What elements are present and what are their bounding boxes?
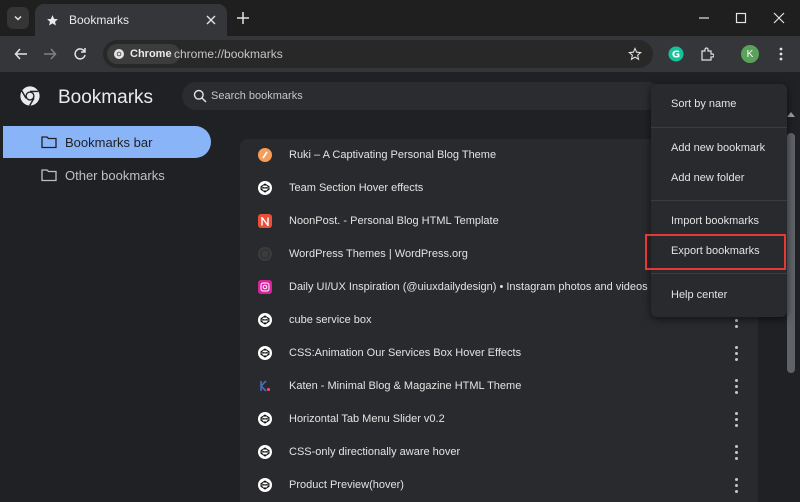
url-text: chrome://bookmarks xyxy=(174,47,283,61)
close-window-button[interactable] xyxy=(769,8,789,28)
ruki-favicon-icon xyxy=(258,148,272,162)
profile-avatar[interactable]: K xyxy=(741,45,759,63)
noonpost-favicon-icon xyxy=(258,214,272,228)
bookmark-star-icon[interactable] xyxy=(627,46,643,62)
bookmark-row[interactable]: Horizontal Tab Menu Slider v0.2 xyxy=(240,403,758,436)
codepen-icon xyxy=(258,445,272,459)
address-bar[interactable]: Chrome chrome://bookmarks xyxy=(103,40,653,68)
reload-icon xyxy=(74,48,86,60)
close-icon xyxy=(773,12,785,24)
page-title: Bookmarks xyxy=(58,87,154,108)
bookmark-title: CSS-only directionally aware hover xyxy=(289,446,461,458)
sidebar-item-bookmarks-bar[interactable]: Bookmarks bar xyxy=(3,126,211,158)
menu-item-sort-by-name[interactable]: Sort by name xyxy=(651,89,787,119)
bookmark-title: Ruki – A Captivating Personal Blog Theme xyxy=(289,149,497,161)
menu-divider xyxy=(651,273,787,274)
menu-item-label: Add new folder xyxy=(671,172,745,184)
puzzle-icon[interactable] xyxy=(697,44,717,64)
menu-item-import-bookmarks[interactable]: Import bookmarks xyxy=(651,206,787,236)
close-tab-icon[interactable] xyxy=(203,12,219,28)
tab-search-button[interactable] xyxy=(7,7,29,29)
menu-divider xyxy=(651,200,787,201)
search-icon xyxy=(193,89,207,103)
sidebar-item-other-bookmarks[interactable]: Other bookmarks xyxy=(3,159,211,191)
codepen-icon xyxy=(258,181,272,195)
bookmark-title: Katen - Minimal Blog & Magazine HTML The… xyxy=(289,380,522,392)
chrome-logo-icon xyxy=(20,86,40,106)
chrome-icon xyxy=(114,49,124,59)
bookmark-title: Horizontal Tab Menu Slider v0.2 xyxy=(289,413,445,425)
menu-item-label: Import bookmarks xyxy=(671,215,760,227)
search-box[interactable] xyxy=(182,82,662,110)
bookmark-row[interactable]: Product Preview(hover) xyxy=(240,469,758,502)
sidebar-item-label: Bookmarks bar xyxy=(65,134,153,150)
svg-text:G: G xyxy=(672,50,680,61)
reload-button[interactable] xyxy=(70,44,90,64)
menu-kebab-icon[interactable] xyxy=(771,44,791,64)
more-actions-icon[interactable] xyxy=(730,478,742,493)
menu-item-help-center[interactable]: Help center xyxy=(651,280,787,310)
maximize-icon xyxy=(735,12,747,24)
codepen-icon xyxy=(258,412,272,426)
tab-title: Bookmarks xyxy=(69,13,130,27)
folder-icon xyxy=(41,169,57,182)
bookmark-title: NoonPost. - Personal Blog HTML Template xyxy=(289,215,499,227)
arrow-left-icon xyxy=(14,48,27,60)
chevron-down-icon xyxy=(14,15,22,21)
menu-item-label: Add new bookmark xyxy=(671,142,766,154)
instagram-icon xyxy=(258,280,272,294)
export-highlight-box xyxy=(645,234,786,270)
wordpress-icon xyxy=(258,247,272,261)
chip-label: Chrome xyxy=(130,48,172,60)
scrollbar-thumb[interactable] xyxy=(787,133,795,373)
search-input[interactable] xyxy=(211,88,631,104)
menu-item-add-new-bookmark[interactable]: Add new bookmark xyxy=(651,133,787,163)
forward-button[interactable] xyxy=(40,44,60,64)
grammarly-extension-icon[interactable]: G xyxy=(666,44,686,64)
bookmark-title: Daily UI/UX Inspiration (@uiuxdailydesig… xyxy=(289,281,648,293)
site-info-chip[interactable]: Chrome xyxy=(107,44,180,64)
bookmark-row[interactable]: CSS:Animation Our Services Box Hover Eff… xyxy=(240,337,758,370)
bookmark-title: CSS:Animation Our Services Box Hover Eff… xyxy=(289,347,522,359)
sidebar-item-label: Other bookmarks xyxy=(65,167,165,183)
new-tab-button[interactable] xyxy=(234,9,252,27)
organize-menu: Sort by name Add new bookmark Add new fo… xyxy=(651,84,787,317)
more-actions-icon[interactable] xyxy=(730,379,742,394)
codepen-icon xyxy=(258,346,272,360)
bookmark-title: Team Section Hover effects xyxy=(289,182,424,194)
star-icon xyxy=(45,13,59,27)
back-button[interactable] xyxy=(11,44,31,64)
tab-bookmarks[interactable]: Bookmarks xyxy=(35,4,227,36)
menu-item-label: Help center xyxy=(671,289,728,301)
katen-favicon-icon xyxy=(258,379,272,393)
plus-icon xyxy=(237,12,249,24)
scroll-up-arrow[interactable] xyxy=(787,112,795,117)
bookmark-title: WordPress Themes | WordPress.org xyxy=(289,248,468,260)
maximize-button[interactable] xyxy=(731,8,751,28)
menu-item-add-new-folder[interactable]: Add new folder xyxy=(651,163,787,193)
bookmark-title: cube service box xyxy=(289,314,372,326)
codepen-icon xyxy=(258,478,272,492)
minimize-button[interactable] xyxy=(694,8,714,28)
menu-divider xyxy=(651,127,787,128)
tab-strip: Bookmarks xyxy=(0,0,800,36)
bookmark-row[interactable]: Katen - Minimal Blog & Magazine HTML The… xyxy=(240,370,758,403)
bookmark-row[interactable]: CSS-only directionally aware hover xyxy=(240,436,758,469)
more-actions-icon[interactable] xyxy=(730,445,742,460)
codepen-icon xyxy=(258,313,272,327)
arrow-right-icon xyxy=(44,48,57,60)
more-actions-icon[interactable] xyxy=(730,412,742,427)
minimize-icon xyxy=(699,17,709,19)
more-actions-icon[interactable] xyxy=(730,346,742,361)
bookmark-title: Product Preview(hover) xyxy=(289,479,404,491)
folder-icon xyxy=(41,136,57,149)
menu-item-label: Sort by name xyxy=(671,98,737,110)
